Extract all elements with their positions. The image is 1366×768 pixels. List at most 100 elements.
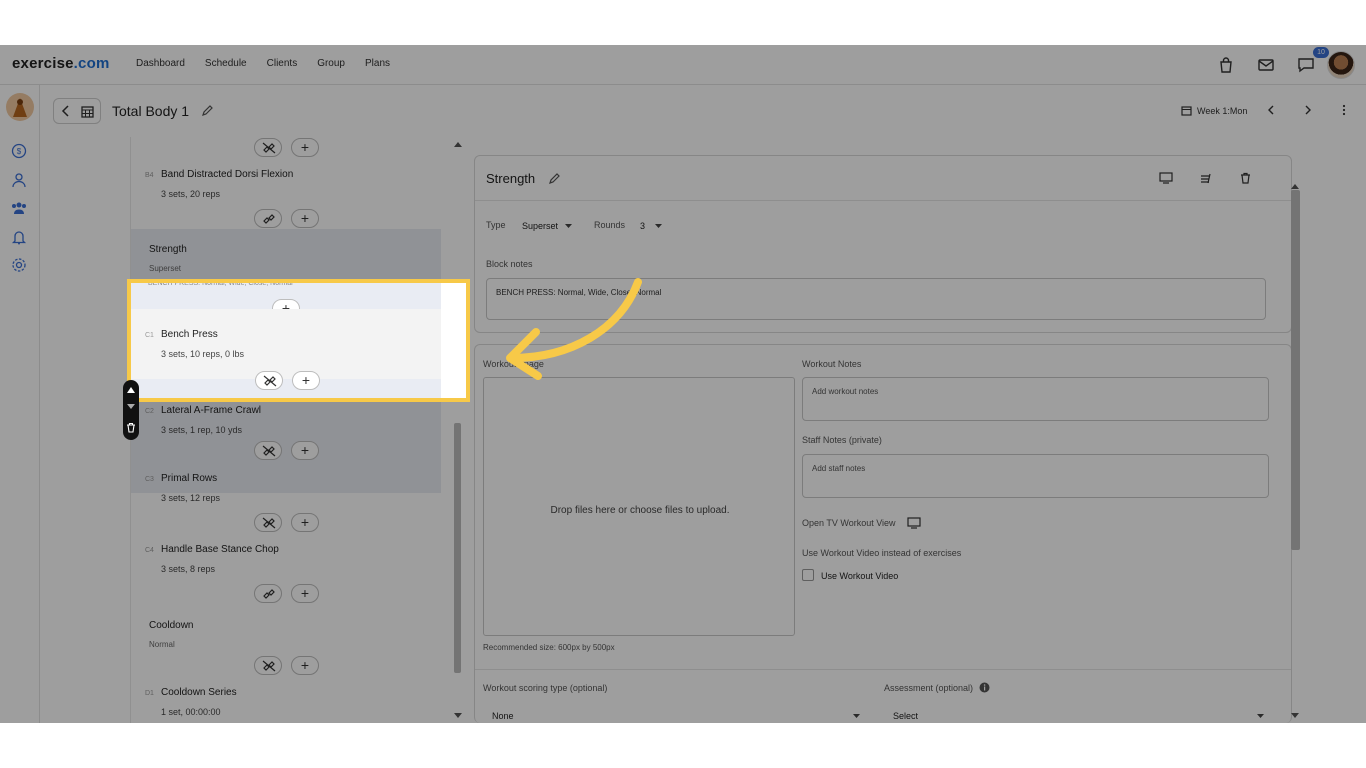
workout-notes-input[interactable]: Add workout notes bbox=[802, 377, 1269, 421]
staff-notes-input[interactable]: Add staff notes bbox=[802, 454, 1269, 498]
back-calendar-button-group[interactable] bbox=[53, 98, 101, 124]
scroll-down-icon[interactable] bbox=[454, 713, 462, 719]
add-exercise-button[interactable]: + bbox=[291, 513, 319, 532]
caret-down-icon[interactable] bbox=[565, 224, 572, 229]
highlight-gutter bbox=[441, 283, 466, 398]
caret-down-icon[interactable] bbox=[655, 224, 662, 229]
scroll-up-icon[interactable] bbox=[1291, 183, 1299, 189]
caret-down-icon[interactable] bbox=[1257, 714, 1264, 719]
list-scroll-thumb[interactable] bbox=[454, 423, 461, 673]
mail-icon[interactable] bbox=[1257, 56, 1275, 74]
block-name: Strength bbox=[149, 244, 187, 255]
exercise-item-c3[interactable]: C3 Primal Rows 3 sets, 12 reps bbox=[131, 463, 441, 509]
assessment-label: Assessment (optional) bbox=[884, 683, 974, 693]
exercise-detail: 3 sets, 8 reps bbox=[161, 564, 216, 574]
block-editor: Strength Type Superset Rounds 3 Block no… bbox=[465, 137, 1301, 723]
unlink-button[interactable] bbox=[254, 513, 282, 532]
block-item-cooldown[interactable]: Cooldown Normal bbox=[131, 605, 441, 655]
nav-group[interactable]: Group bbox=[317, 58, 345, 69]
tutorial-arrow-icon bbox=[506, 278, 642, 380]
nav-schedule[interactable]: Schedule bbox=[205, 58, 247, 69]
user-icon[interactable] bbox=[11, 172, 27, 188]
chevron-left-icon[interactable] bbox=[1266, 105, 1276, 115]
divider bbox=[475, 669, 1291, 670]
link-icon bbox=[263, 214, 275, 224]
block-type: Superset bbox=[149, 264, 182, 273]
add-exercise-button[interactable]: + bbox=[291, 584, 319, 603]
notes-preview-text: BENCH PRESS: Normal, Wide, Close, Normal bbox=[148, 280, 293, 287]
editor-scroll-thumb[interactable] bbox=[1291, 190, 1300, 550]
image-dropzone[interactable]: Drop files here or choose files to uploa… bbox=[483, 377, 795, 636]
unlink-button[interactable] bbox=[254, 656, 282, 675]
scoring-type-select[interactable]: None bbox=[492, 711, 514, 721]
workout-video-checkbox-label: Use Workout Video bbox=[821, 571, 899, 581]
calendar-icon[interactable] bbox=[81, 105, 94, 118]
staff-notes-placeholder: Add staff notes bbox=[812, 464, 866, 473]
add-exercise-button[interactable]: + bbox=[291, 441, 319, 460]
pencil-icon[interactable] bbox=[548, 173, 560, 185]
chevron-left-icon[interactable] bbox=[60, 105, 72, 117]
move-up-icon[interactable] bbox=[127, 386, 135, 394]
exercise-item-c4[interactable]: C4 Handle Base Stance Chop 3 sets, 8 rep… bbox=[131, 534, 441, 580]
nav-clients[interactable]: Clients bbox=[267, 58, 298, 69]
monitor-icon[interactable] bbox=[1159, 172, 1173, 184]
link-button[interactable] bbox=[254, 584, 282, 603]
exercise-item-b4[interactable]: B4 Band Distracted Dorsi Flexion 3 sets,… bbox=[131, 159, 441, 205]
unlink-icon bbox=[262, 142, 276, 154]
shopping-bag-icon[interactable] bbox=[1217, 56, 1235, 74]
nav-dashboard[interactable]: Dashboard bbox=[136, 58, 185, 69]
monitor-icon[interactable] bbox=[907, 517, 921, 529]
drag-handle-toolbar[interactable] bbox=[123, 380, 139, 440]
move-down-icon[interactable] bbox=[127, 404, 135, 410]
highlight-box: BENCH PRESS: Normal, Wide, Close, Normal… bbox=[127, 279, 470, 402]
exercise-name: Band Distracted Dorsi Flexion bbox=[161, 169, 294, 180]
trash-icon[interactable] bbox=[1240, 172, 1251, 184]
group-icon[interactable] bbox=[11, 200, 27, 216]
chevron-right-icon[interactable] bbox=[1303, 105, 1313, 115]
gear-icon[interactable] bbox=[11, 257, 27, 273]
info-icon[interactable] bbox=[979, 682, 990, 693]
exercise-detail: 3 sets, 12 reps bbox=[161, 493, 221, 503]
block-type: Normal bbox=[149, 640, 175, 649]
add-exercise-button[interactable]: + bbox=[292, 371, 320, 390]
workout-settings-card: Workout Image Drop files here or choose … bbox=[474, 344, 1292, 723]
add-exercise-button[interactable]: + bbox=[291, 138, 319, 157]
unlink-button[interactable] bbox=[255, 371, 283, 390]
exercise-list: + B4 Band Distracted Dorsi Flexion 3 set… bbox=[130, 137, 442, 723]
assessment-select[interactable]: Select bbox=[893, 711, 918, 721]
copy-stack-icon[interactable] bbox=[1199, 172, 1212, 184]
type-select[interactable]: Superset bbox=[522, 221, 558, 231]
week-label[interactable]: Week 1:Mon bbox=[1197, 106, 1247, 116]
exercise-name: Lateral A-Frame Crawl bbox=[161, 405, 262, 416]
scroll-up-icon[interactable] bbox=[454, 141, 462, 147]
workout-video-checkbox[interactable] bbox=[802, 569, 814, 581]
unlink-icon bbox=[262, 660, 276, 672]
brand-logo-icon[interactable] bbox=[6, 93, 34, 121]
exercise-code: D1 bbox=[145, 690, 154, 697]
tv-view-link[interactable]: Open TV Workout View bbox=[802, 518, 896, 528]
rounds-select[interactable]: 3 bbox=[640, 221, 645, 231]
user-avatar[interactable] bbox=[1327, 51, 1355, 79]
staff-notes-label: Staff Notes (private) bbox=[802, 435, 882, 445]
workout-notes-label: Workout Notes bbox=[802, 359, 862, 369]
exercise-item-c1[interactable]: C1 Bench Press 3 sets, 10 reps, 0 lbs bbox=[131, 309, 466, 379]
nav-plans[interactable]: Plans bbox=[365, 58, 390, 69]
left-rail: $ bbox=[0, 85, 40, 723]
trash-icon[interactable] bbox=[126, 422, 136, 433]
more-vertical-icon[interactable] bbox=[1340, 104, 1348, 116]
dollar-icon[interactable]: $ bbox=[11, 143, 27, 159]
unlink-button[interactable] bbox=[254, 138, 282, 157]
link-button[interactable] bbox=[254, 209, 282, 228]
block-notes-label: Block notes bbox=[486, 259, 533, 269]
add-exercise-button[interactable]: + bbox=[291, 656, 319, 675]
unlink-button[interactable] bbox=[254, 441, 282, 460]
logo[interactable]: exercise.com bbox=[12, 55, 109, 72]
scroll-down-icon[interactable] bbox=[1291, 713, 1299, 719]
exercise-item-d1[interactable]: D1 Cooldown Series 1 set, 00:00:00 bbox=[131, 677, 441, 723]
add-exercise-button[interactable]: + bbox=[291, 209, 319, 228]
chat-icon[interactable] bbox=[1297, 56, 1315, 74]
pencil-icon[interactable] bbox=[201, 105, 213, 117]
exercise-code: C2 bbox=[145, 408, 154, 415]
bell-icon[interactable] bbox=[11, 229, 27, 245]
caret-down-icon[interactable] bbox=[853, 714, 860, 719]
